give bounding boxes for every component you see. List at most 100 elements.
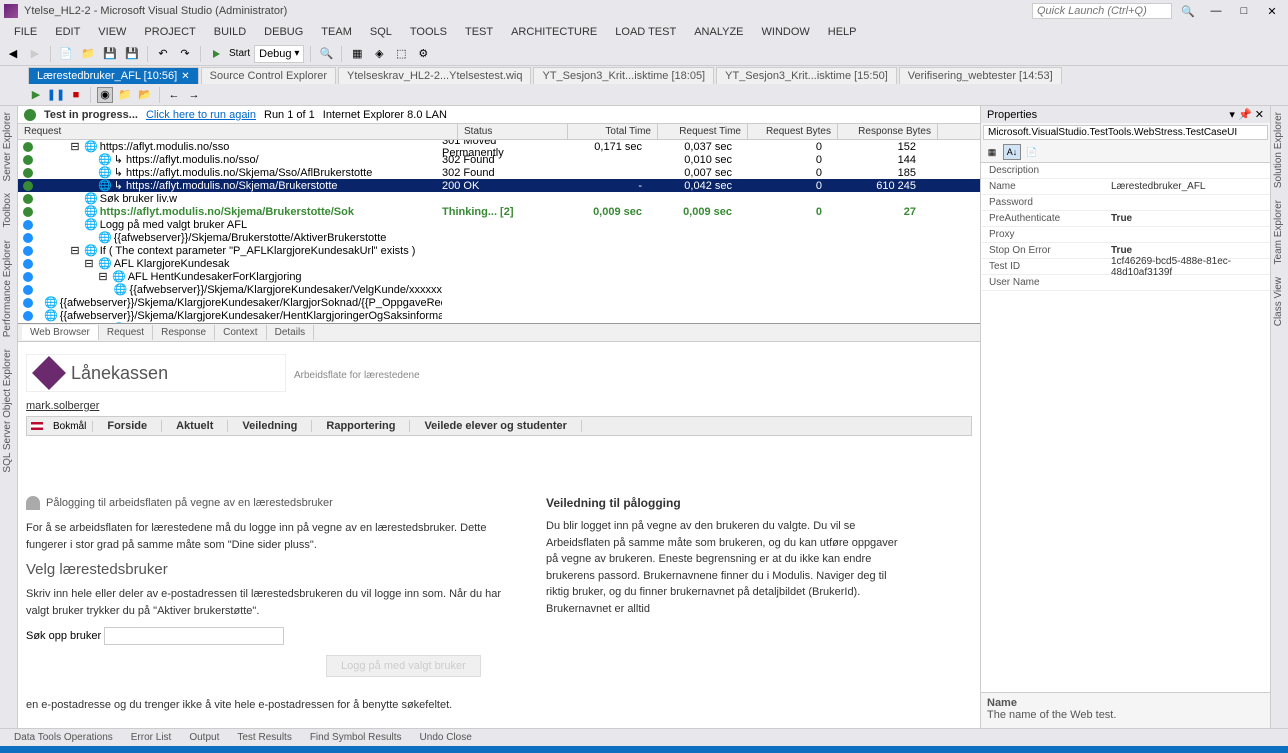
sidebar-tab[interactable]: Solution Explorer bbox=[1271, 106, 1288, 194]
request-row[interactable]: 🌐 https://aflyt.modulis.no/Skjema/Bruker… bbox=[18, 205, 980, 218]
nav-item[interactable]: Aktuelt bbox=[162, 420, 228, 432]
props-page-icon[interactable]: 📄 bbox=[1023, 144, 1041, 160]
property-row[interactable]: Test ID1cf46269-bcd5-488e-81ec-48d10af31… bbox=[981, 259, 1270, 275]
request-row[interactable]: 🌐 Logg på med valgt bruker AFL bbox=[18, 218, 980, 231]
folder-icon[interactable]: 📁 bbox=[117, 87, 133, 103]
menu-analyze[interactable]: ANALYZE bbox=[686, 24, 751, 40]
menu-load test[interactable]: LOAD TEST bbox=[607, 24, 684, 40]
tool1-icon[interactable]: ▦ bbox=[348, 45, 366, 63]
doc-tab[interactable]: YT_Sesjon3_Krit...isktime [15:50] bbox=[716, 67, 897, 84]
request-row[interactable]: 🌐 {{afwebserver}}/Skjema/KlargjoreKundes… bbox=[18, 296, 980, 309]
request-row[interactable]: ⊟🌐 AFL HentKundesakerForKlargjoring bbox=[18, 270, 980, 283]
bottom-tab[interactable]: Find Symbol Results bbox=[302, 730, 410, 745]
alphabetical-icon[interactable]: A↓ bbox=[1003, 144, 1021, 160]
request-row[interactable]: 🌐 Søk bruker liv.w bbox=[18, 192, 980, 205]
detail-tab-response[interactable]: Response bbox=[153, 325, 215, 340]
request-row[interactable]: 🌐 {{afwebserver}}/Skjema/KlargjoreKundes… bbox=[18, 283, 980, 296]
pin-icon[interactable]: 📌 bbox=[1238, 109, 1252, 121]
menu-team[interactable]: TEAM bbox=[313, 24, 360, 40]
dropdown-icon[interactable]: ▾ bbox=[1229, 109, 1235, 121]
menu-help[interactable]: HELP bbox=[820, 24, 865, 40]
menu-view[interactable]: VIEW bbox=[90, 24, 134, 40]
sidebar-tab[interactable]: Server Explorer bbox=[0, 106, 17, 187]
close-button[interactable]: ✕ bbox=[1260, 3, 1284, 19]
bottom-tab[interactable]: Error List bbox=[123, 730, 180, 745]
col-reqtime[interactable]: Request Time bbox=[658, 124, 748, 139]
menu-architecture[interactable]: ARCHITECTURE bbox=[503, 24, 605, 40]
menu-project[interactable]: PROJECT bbox=[136, 24, 203, 40]
bottom-tab[interactable]: Output bbox=[181, 730, 227, 745]
undo-icon[interactable]: ↶ bbox=[154, 45, 172, 63]
tab-close-icon[interactable]: ✕ bbox=[181, 71, 189, 82]
property-row[interactable]: PreAuthenticateTrue bbox=[981, 211, 1270, 227]
bottom-tab[interactable]: Undo Close bbox=[412, 730, 480, 745]
play-icon[interactable]: ▶ bbox=[28, 87, 44, 103]
nav-item[interactable]: Rapportering bbox=[312, 420, 410, 432]
menu-debug[interactable]: DEBUG bbox=[256, 24, 311, 40]
menu-file[interactable]: FILE bbox=[6, 24, 45, 40]
user-search-input[interactable] bbox=[104, 627, 284, 645]
back-icon[interactable]: ← bbox=[166, 87, 182, 103]
request-row[interactable]: ⊟🌐 If ( The context parameter "P_AFLKlar… bbox=[18, 244, 980, 257]
web-browser-pane[interactable]: Lånekassen Arbeidsflate for lærestedene … bbox=[18, 342, 980, 728]
property-row[interactable]: NameLærestedbruker_AFL bbox=[981, 179, 1270, 195]
sidebar-tab[interactable]: Team Explorer bbox=[1271, 194, 1288, 270]
sidebar-tab[interactable]: Toolbox bbox=[0, 187, 17, 233]
new-icon[interactable]: 📄 bbox=[57, 45, 75, 63]
folder2-icon[interactable]: 📂 bbox=[137, 87, 153, 103]
menu-window[interactable]: WINDOW bbox=[754, 24, 818, 40]
request-grid[interactable]: Request Status Total Time Request Time R… bbox=[18, 124, 980, 324]
request-row[interactable]: 🌐 ↳ https://aflyt.modulis.no/Skjema/Sso/… bbox=[18, 166, 980, 179]
minimize-button[interactable]: — bbox=[1204, 3, 1228, 19]
doc-tab[interactable]: Verifisering_webtester [14:53] bbox=[899, 67, 1062, 84]
menu-test[interactable]: TEST bbox=[457, 24, 501, 40]
request-row[interactable]: 🌐 {{afwebserver}}/Skjema/KlargjoreKundes… bbox=[18, 322, 980, 324]
categorized-icon[interactable]: ▦ bbox=[983, 144, 1001, 160]
detail-tab-context[interactable]: Context bbox=[215, 325, 266, 340]
detail-tab-web-browser[interactable]: Web Browser bbox=[22, 325, 99, 340]
detail-tab-details[interactable]: Details bbox=[267, 325, 315, 340]
open-icon[interactable]: 📁 bbox=[79, 45, 97, 63]
property-row[interactable]: Password bbox=[981, 195, 1270, 211]
pause-icon[interactable]: ❚❚ bbox=[48, 87, 64, 103]
object-selector[interactable]: Microsoft.VisualStudio.TestTools.WebStre… bbox=[983, 125, 1268, 140]
col-request[interactable]: Request bbox=[18, 124, 458, 139]
nav-back-icon[interactable]: ◀ bbox=[4, 45, 22, 63]
logged-user[interactable]: mark.solberger bbox=[26, 400, 972, 412]
sidebar-tab[interactable]: Class View bbox=[1271, 271, 1288, 332]
bottom-tab[interactable]: Data Tools Operations bbox=[6, 730, 121, 745]
nav-fwd-icon[interactable]: ▶ bbox=[26, 45, 44, 63]
login-button[interactable]: Logg på med valgt bruker bbox=[326, 655, 481, 677]
nav-item[interactable]: Veiledning bbox=[228, 420, 312, 432]
request-row[interactable]: ⊟🌐 https://aflyt.modulis.no/sso 301 Move… bbox=[18, 140, 980, 153]
tool4-icon[interactable]: ⚙ bbox=[414, 45, 432, 63]
language-selector[interactable]: Bokmål bbox=[47, 421, 93, 432]
view-mode-icon[interactable]: ◉ bbox=[97, 87, 113, 103]
redo-icon[interactable]: ↷ bbox=[176, 45, 194, 63]
col-totaltime[interactable]: Total Time bbox=[568, 124, 658, 139]
doc-tab[interactable]: Source Control Explorer bbox=[201, 67, 336, 84]
start-icon[interactable] bbox=[207, 45, 225, 63]
save-icon[interactable]: 💾 bbox=[101, 45, 119, 63]
menu-edit[interactable]: EDIT bbox=[47, 24, 88, 40]
request-row[interactable]: ⊟🌐 AFL KlargjoreKundesak bbox=[18, 257, 980, 270]
stop-icon[interactable]: ■ bbox=[68, 87, 84, 103]
col-status[interactable]: Status bbox=[458, 124, 568, 139]
request-row[interactable]: 🌐 ↳ https://aflyt.modulis.no/Skjema/Bruk… bbox=[18, 179, 980, 192]
save-all-icon[interactable]: 💾 bbox=[123, 45, 141, 63]
menu-tools[interactable]: TOOLS bbox=[402, 24, 455, 40]
nav-item[interactable]: Veilede elever og studenter bbox=[410, 420, 581, 432]
bottom-tab[interactable]: Test Results bbox=[229, 730, 299, 745]
doc-tab[interactable]: YT_Sesjon3_Krit...isktime [18:05] bbox=[533, 67, 714, 84]
request-row[interactable]: 🌐 {{afwebserver}}/Skjema/KlargjoreKundes… bbox=[18, 309, 980, 322]
doc-tab[interactable]: Lærestedbruker_AFL [10:56]✕ bbox=[28, 67, 199, 84]
quick-launch-input[interactable] bbox=[1032, 3, 1172, 19]
close-icon[interactable]: ✕ bbox=[1255, 109, 1264, 121]
sidebar-tab[interactable]: SQL Server Object Explorer bbox=[0, 343, 17, 479]
doc-tab[interactable]: Ytelseskrav_HL2-2...Ytelsestest.wiq bbox=[338, 67, 531, 84]
nav-item[interactable]: Forside bbox=[93, 420, 162, 432]
run-again-link[interactable]: Click here to run again bbox=[146, 109, 256, 121]
detail-tab-request[interactable]: Request bbox=[99, 325, 153, 340]
property-row[interactable]: Proxy bbox=[981, 227, 1270, 243]
forward-icon[interactable]: → bbox=[186, 87, 202, 103]
